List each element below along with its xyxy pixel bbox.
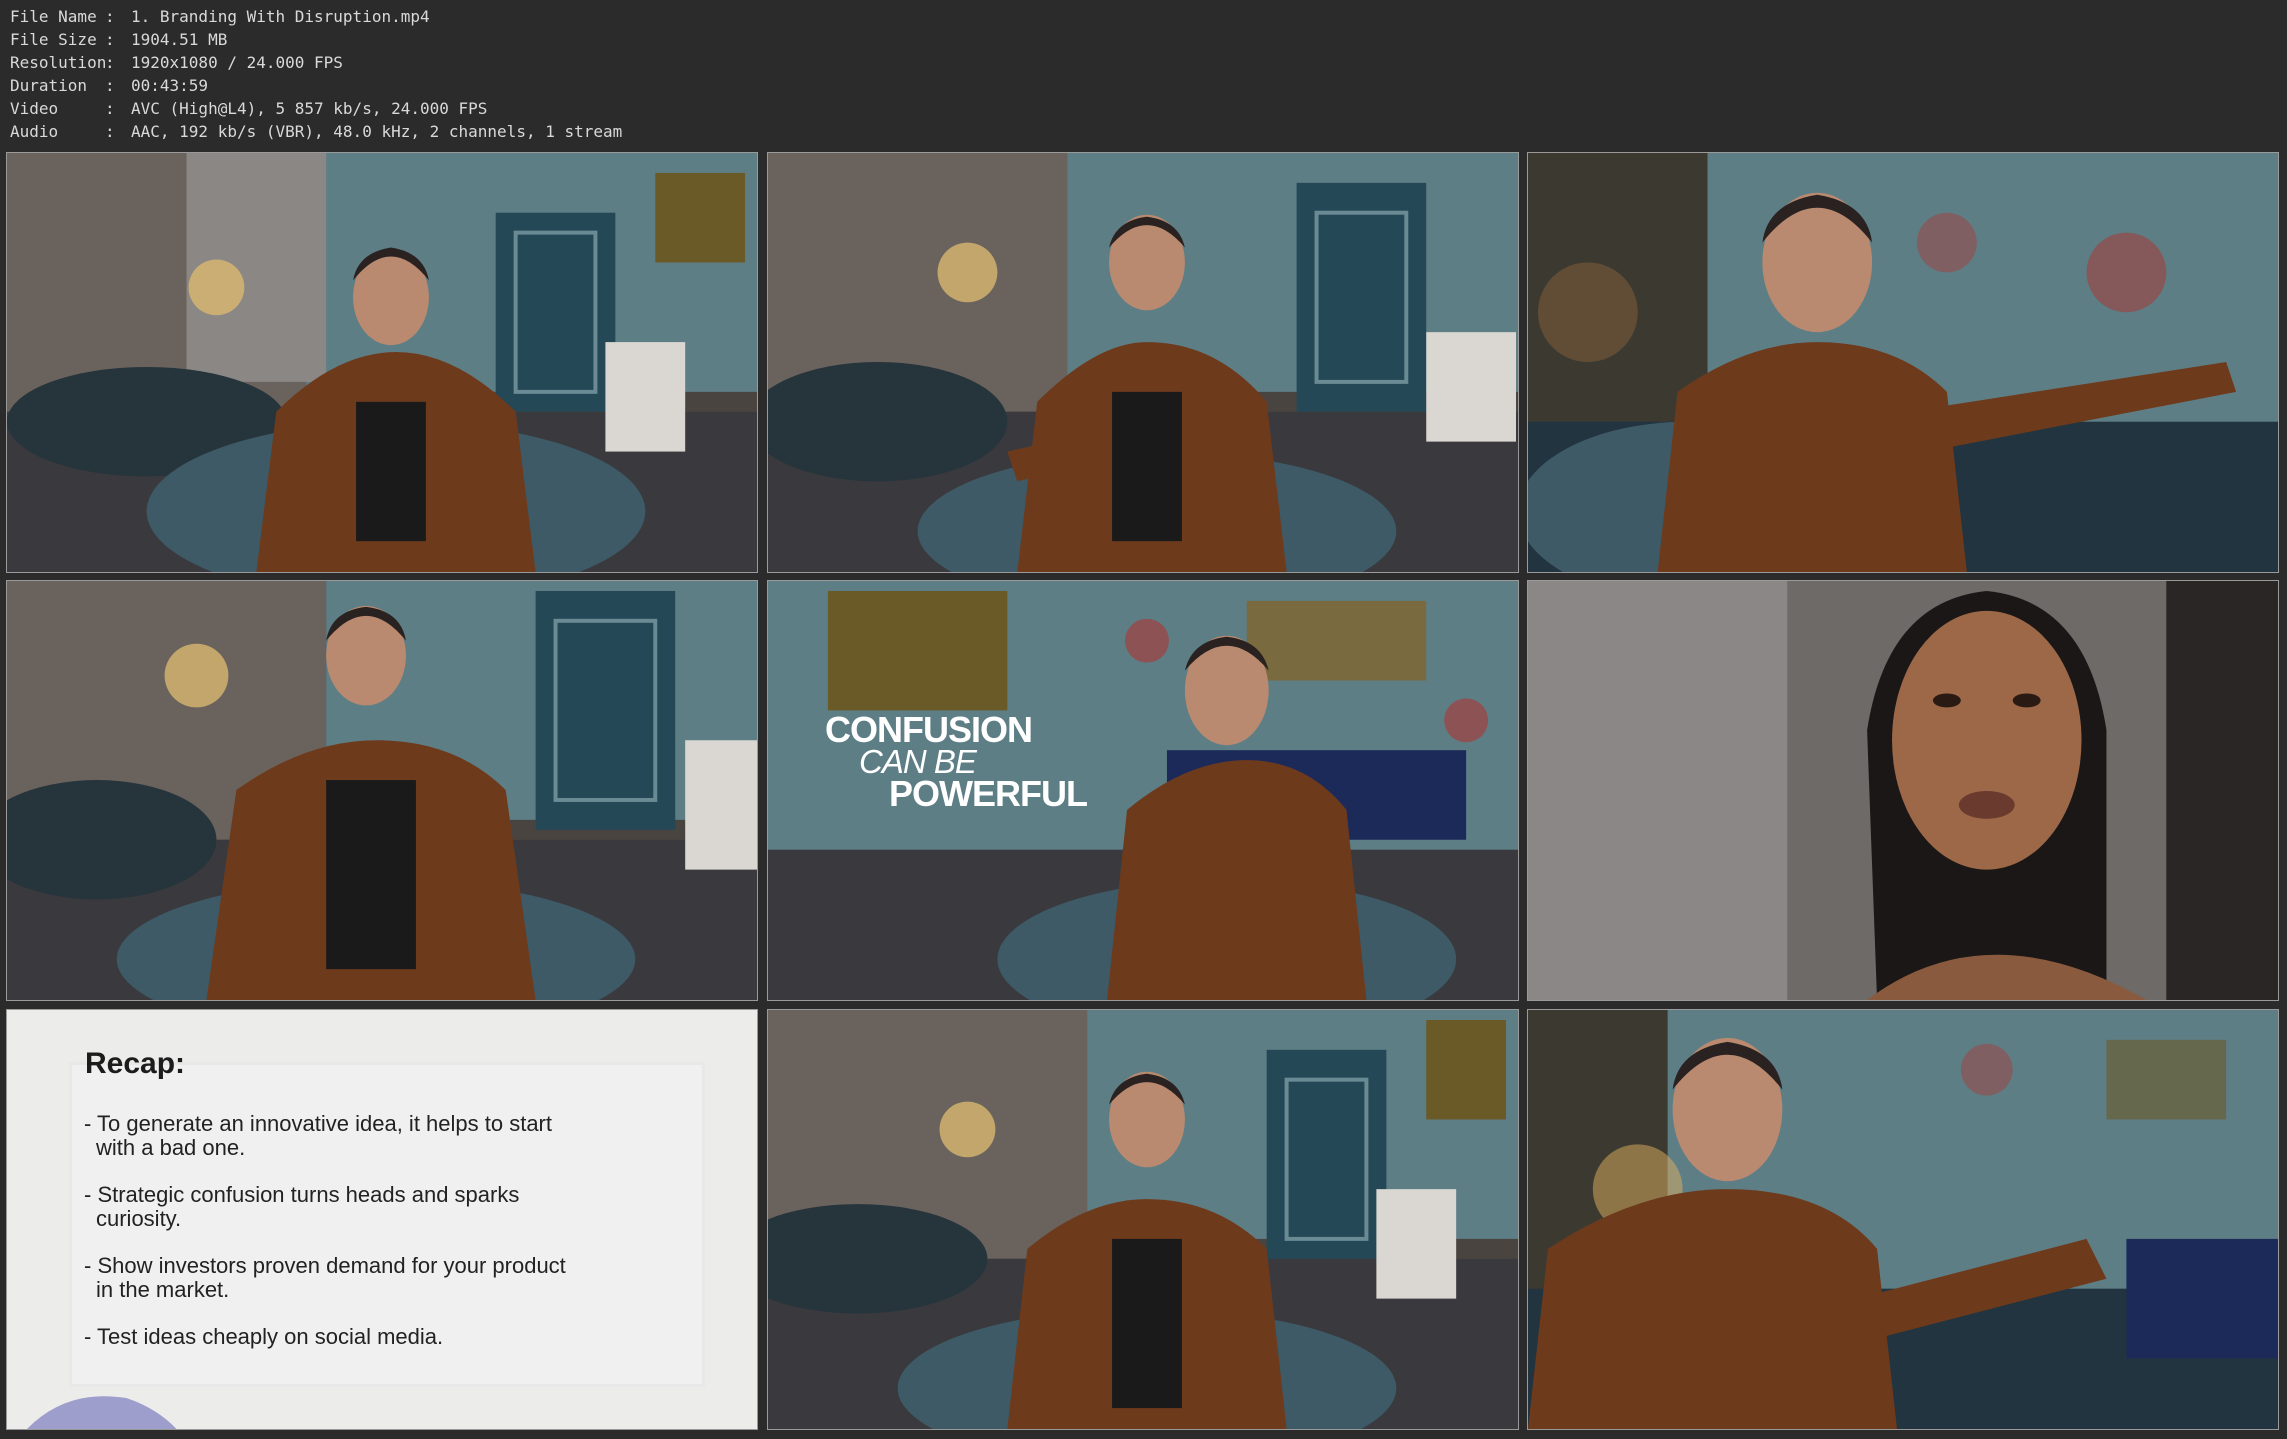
recap-item: - Show investors proven demand for your …: [84, 1253, 566, 1302]
scene-closeup-talking: [1528, 1010, 2278, 1429]
thumbnail-frame-1[interactable]: [6, 152, 758, 573]
thumbnail-frame-4[interactable]: [6, 580, 758, 1001]
recap-item: - Strategic confusion turns heads and sp…: [84, 1182, 520, 1231]
scene-closeup-gesture: [1528, 153, 2278, 572]
overlay-line-3: POWERFUL: [889, 773, 1088, 814]
overlay-title-text: CONFUSION CAN BE POWERFUL: [825, 709, 1088, 814]
thumbnail-frame-5[interactable]: CONFUSION CAN BE POWERFUL: [767, 580, 1519, 1001]
thumbnail-frame-8[interactable]: [767, 1009, 1519, 1430]
file-info-value: 1904.51 MB: [131, 30, 228, 49]
file-info-key: File Name: [10, 7, 97, 26]
recap-list: - To generate an innovative idea, it hel…: [84, 1112, 566, 1372]
thumbnail-frame-9[interactable]: [1527, 1009, 2279, 1430]
recap-title: Recap:: [85, 1047, 186, 1080]
overlay-line-1: CONFUSION: [825, 709, 1033, 750]
file-info-value: AVC (High@L4), 5 857 kb/s, 24.000 FPS: [131, 99, 488, 118]
thumbnail-frame-7[interactable]: Recap: - To generate an innovative idea,…: [6, 1009, 758, 1430]
scene-wide-studio-pointing: [768, 153, 1518, 572]
file-info-key: Duration: [10, 76, 88, 95]
scene-woman-closeup: [1528, 581, 2278, 1000]
file-info-row: File Name:1. Branding With Disruption.mp…: [10, 7, 430, 26]
file-info-row: Audio: AAC, 192 kb/s (VBR), 48.0 kHz, 2 c…: [10, 122, 623, 141]
recap-item: - To generate an innovative idea, it hel…: [84, 1111, 552, 1160]
file-info-row: Resolution:1920x1080 / 24.000 FPS: [10, 53, 343, 72]
file-info-key: Audio: [10, 122, 59, 141]
file-info-key: Video: [10, 99, 59, 118]
scene-wide-studio-seated: [768, 1010, 1518, 1429]
file-info-panel: File Name:1. Branding With Disruption.mp…: [10, 5, 622, 143]
scene-wide-studio-hands: [7, 581, 757, 1000]
thumbnail-frame-6[interactable]: [1527, 580, 2279, 1001]
file-info-key: File Size: [10, 30, 97, 49]
recap-item: - Test ideas cheaply on social media.: [84, 1324, 444, 1349]
thumbnail-frame-3[interactable]: [1527, 152, 2279, 573]
file-info-key: Resolution: [10, 53, 107, 72]
file-info-value: 1. Branding With Disruption.mp4: [131, 7, 430, 26]
file-info-value: 1920x1080 / 24.000 FPS: [131, 53, 343, 72]
scene-wide-studio: [7, 153, 757, 572]
thumbnail-frame-2[interactable]: [767, 152, 1519, 573]
file-info-row: File Size:1904.51 MB: [10, 30, 228, 49]
file-info-row: Duration:00:43:59: [10, 76, 209, 95]
file-info-value: 00:43:59: [131, 76, 209, 95]
file-info-row: Video: AVC (High@L4), 5 857 kb/s, 24.000 …: [10, 99, 488, 118]
file-info-value: AAC, 192 kb/s (VBR), 48.0 kHz, 2 channel…: [131, 122, 623, 141]
